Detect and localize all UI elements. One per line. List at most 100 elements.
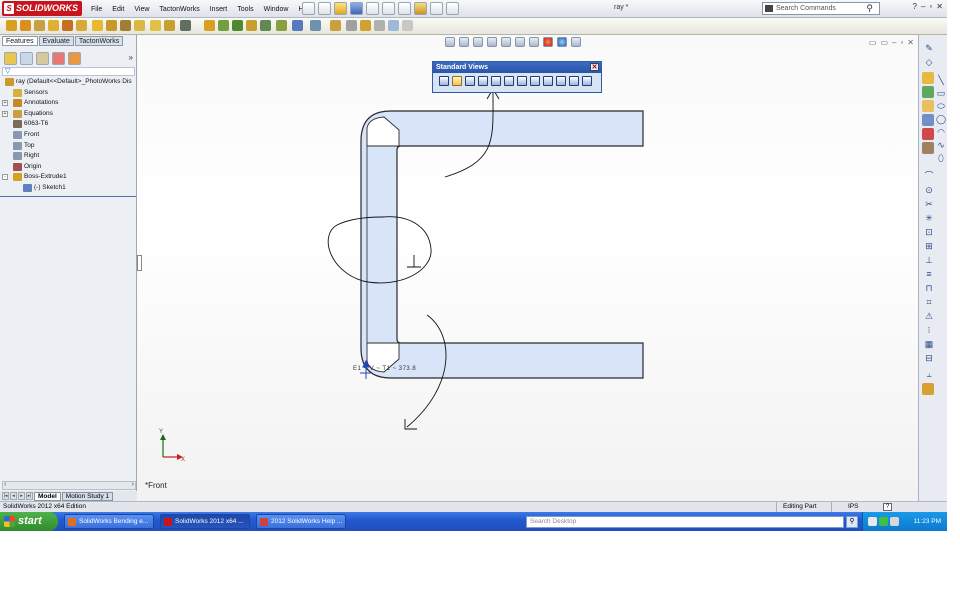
view-left-icon[interactable] — [478, 76, 488, 86]
mass-properties-icon[interactable] — [360, 20, 371, 31]
taskbar-window-button[interactable]: SolidWorks Bending e... — [64, 514, 154, 529]
view-front-icon[interactable] — [452, 76, 462, 86]
minimize-icon[interactable]: – — [921, 2, 925, 11]
close-icon[interactable]: ✕ — [936, 2, 943, 11]
standard-views-title[interactable]: Standard Views ✕ — [433, 62, 601, 73]
configurationmanager-icon[interactable] — [36, 51, 49, 65]
fillet-sketch-icon[interactable]: ⌒ — [923, 171, 935, 182]
swept-boss-icon[interactable] — [34, 20, 45, 31]
previous-tab-icon[interactable]: ◂ — [10, 492, 17, 500]
chamfer-icon[interactable] — [164, 20, 175, 31]
expand-icon[interactable]: + — [2, 110, 8, 117]
tray-security-icon[interactable] — [879, 517, 888, 526]
extruded-cut-icon[interactable] — [76, 20, 87, 31]
file-properties-icon[interactable] — [430, 2, 443, 15]
restore-icon[interactable]: ▫ — [929, 2, 932, 11]
circle-tool-icon[interactable]: ◯ — [935, 114, 947, 125]
scale-entities-icon[interactable]: ⊟ — [923, 353, 935, 364]
display-relations-icon[interactable]: ≡ — [923, 269, 935, 280]
quick-snaps-icon[interactable]: ⌗ — [923, 297, 935, 308]
desktop-search-icon[interactable]: ⚲ — [846, 516, 858, 528]
draft-icon[interactable] — [218, 20, 229, 31]
search-icon[interactable]: ⚲ — [866, 3, 873, 14]
tree-item[interactable]: ray (Default<<Default>_PhotoWorks Dis — [2, 77, 136, 88]
graphics-area[interactable]: ▭ ▭ – ▫ ✕ Y X E1 ~ V ~ T1 ~ 373.8 Standa… — [137, 35, 918, 501]
tab-features[interactable]: Features — [2, 36, 38, 46]
wrap-icon[interactable] — [246, 20, 257, 31]
tab-evaluate[interactable]: Evaluate — [38, 36, 74, 46]
view-top-icon[interactable] — [504, 76, 514, 86]
add-relation-icon[interactable]: ⊥ — [923, 255, 935, 266]
view-isometric-icon[interactable] — [530, 76, 540, 86]
tree-item[interactable]: 6063-T6 — [2, 119, 136, 130]
mirror-entities-icon[interactable]: ⊞ — [923, 241, 935, 252]
offset-entities-icon[interactable]: ⊙ — [923, 185, 935, 196]
select-icon[interactable] — [398, 2, 411, 15]
pin-icon[interactable] — [302, 2, 315, 15]
measure-icon[interactable] — [346, 20, 357, 31]
lofted-cut-icon[interactable] — [134, 20, 145, 31]
copy-entities-icon[interactable]: ▦ — [923, 339, 935, 350]
propertymanager-icon[interactable] — [20, 51, 33, 65]
arc-tool-icon[interactable]: ◠ — [935, 127, 947, 138]
appearance-icon[interactable] — [388, 20, 399, 31]
collapse-icon[interactable]: - — [2, 174, 8, 181]
tree-horizontal-scrollbar[interactable]: ‹ › — [2, 481, 136, 490]
section-view-icon[interactable] — [374, 20, 385, 31]
taskbar-window-button[interactable]: 2012 SolidWorks Help ... — [256, 514, 346, 529]
tree-item[interactable]: + Annotations — [2, 98, 136, 109]
tab-tactonworks[interactable]: TactonWorks — [74, 36, 124, 46]
tree-item[interactable]: Sensors — [2, 88, 136, 99]
next-tab-icon[interactable]: ▸ — [18, 492, 25, 500]
solidworks-logo[interactable]: S SOLIDWORKS — [2, 1, 82, 16]
tree-item[interactable]: Front — [2, 130, 136, 141]
fillet-icon[interactable] — [150, 20, 161, 31]
unit-system[interactable]: IPS — [848, 502, 858, 512]
dimxpertmanager-icon[interactable] — [52, 51, 65, 65]
rib-icon[interactable] — [204, 20, 215, 31]
design-library-icon[interactable] — [922, 86, 934, 98]
status-help-button[interactable]: ? — [883, 503, 892, 511]
instant3d-icon[interactable] — [330, 20, 341, 31]
point-tool-icon[interactable]: ✳ — [923, 213, 935, 224]
curves-icon[interactable] — [310, 20, 321, 31]
revolved-cut-icon[interactable] — [106, 20, 117, 31]
tree-item[interactable]: Top — [2, 141, 136, 152]
menu-edit[interactable]: Edit — [107, 6, 129, 13]
tree-item[interactable]: - Boss-Extrude1 — [2, 172, 136, 183]
view-trimetric-icon[interactable] — [543, 76, 553, 86]
view-palette-icon[interactable] — [922, 114, 934, 126]
view-back-icon[interactable] — [465, 76, 475, 86]
open-folder-icon[interactable] — [334, 2, 347, 15]
rapid-sketch-icon[interactable]: ⚠ — [923, 311, 935, 322]
tree-item[interactable]: (-) Sketch1 — [2, 183, 136, 194]
featuremanager-tree-icon[interactable] — [4, 51, 17, 65]
sketch-tool-icon[interactable]: ✎ — [923, 43, 935, 54]
menu-file[interactable]: File — [86, 6, 107, 13]
swept-cut-icon[interactable] — [120, 20, 131, 31]
tab-model[interactable]: Model — [34, 491, 61, 501]
first-tab-icon[interactable]: |◂ — [2, 492, 9, 500]
tray-network-icon[interactable] — [868, 517, 877, 526]
reference-geometry-icon[interactable] — [292, 20, 303, 31]
view-bottom-icon[interactable] — [517, 76, 527, 86]
view-right-icon[interactable] — [491, 76, 501, 86]
view-single-view-icon[interactable] — [569, 76, 579, 86]
centerline-icon[interactable]: ⫠ — [923, 369, 935, 380]
exit-sketch-icon[interactable] — [922, 383, 934, 395]
standard-views-close-button[interactable]: ✕ — [590, 63, 599, 71]
view-dimetric-icon[interactable] — [556, 76, 566, 86]
taskbar-window-button[interactable]: SolidWorks 2012 x64 ... — [160, 514, 250, 529]
revolved-boss-icon[interactable] — [20, 20, 31, 31]
mirror-icon[interactable] — [276, 20, 287, 31]
convert-entities-icon[interactable]: ⊡ — [923, 227, 935, 238]
ellipse-tool-icon[interactable]: ⬯ — [935, 153, 947, 164]
search-commands-input[interactable]: Search Commands ⚲ — [762, 2, 880, 15]
repair-sketch-icon[interactable]: ⊓ — [923, 283, 935, 294]
view-normal-to-icon[interactable] — [439, 76, 449, 86]
desktop-search-input[interactable]: Search Desktop — [526, 516, 844, 528]
move-entities-icon[interactable]: ⁝ — [923, 325, 935, 336]
slot-tool-icon[interactable]: ⬭ — [935, 101, 947, 112]
trim-entities-icon[interactable]: ✂ — [923, 199, 935, 210]
menu-insert[interactable]: Insert — [205, 6, 233, 13]
